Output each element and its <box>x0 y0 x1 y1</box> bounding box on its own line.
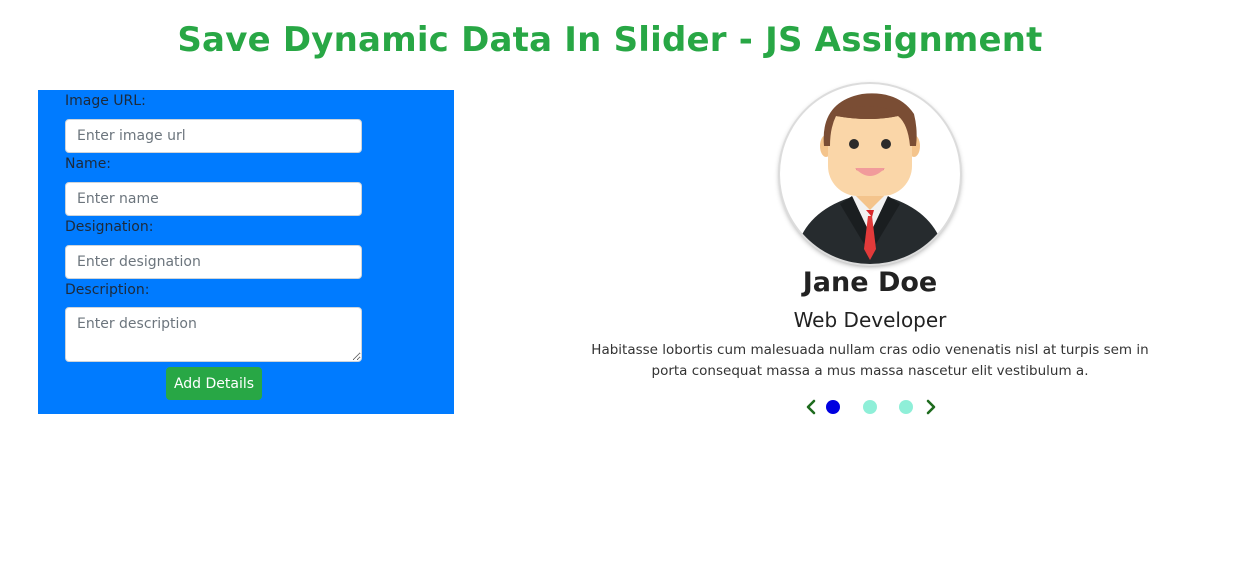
designation-input[interactable] <box>65 245 362 279</box>
description-label: Description: <box>65 282 150 298</box>
slider-dot[interactable] <box>899 400 913 414</box>
chevron-left-icon[interactable] <box>804 397 818 417</box>
name-label: Name: <box>65 156 112 172</box>
chevron-right-icon[interactable] <box>924 397 938 417</box>
slider-navigation <box>560 397 1180 417</box>
description-textarea[interactable] <box>65 307 362 362</box>
add-details-button[interactable]: Add Details <box>166 367 262 400</box>
image-url-label: Image URL: <box>65 93 146 109</box>
profile-designation: Web Developer <box>793 308 947 332</box>
profile-name: Jane Doe <box>802 267 938 298</box>
image-url-input[interactable] <box>65 119 362 153</box>
profile-description: Habitasse lobortis cum malesuada nullam … <box>591 342 1149 379</box>
slider-dot[interactable] <box>863 400 877 414</box>
profile-slider: Jane Doe Web Developer Habitasse loborti… <box>560 84 1180 424</box>
page-title: Save Dynamic Data In Slider - JS Assignm… <box>177 20 1043 60</box>
details-form: Image URL: Name: Designation: Descriptio… <box>38 90 454 414</box>
designation-label: Designation: <box>65 219 154 235</box>
person-avatar-icon <box>780 84 960 264</box>
name-input[interactable] <box>65 182 362 216</box>
slider-dot[interactable] <box>826 400 840 414</box>
